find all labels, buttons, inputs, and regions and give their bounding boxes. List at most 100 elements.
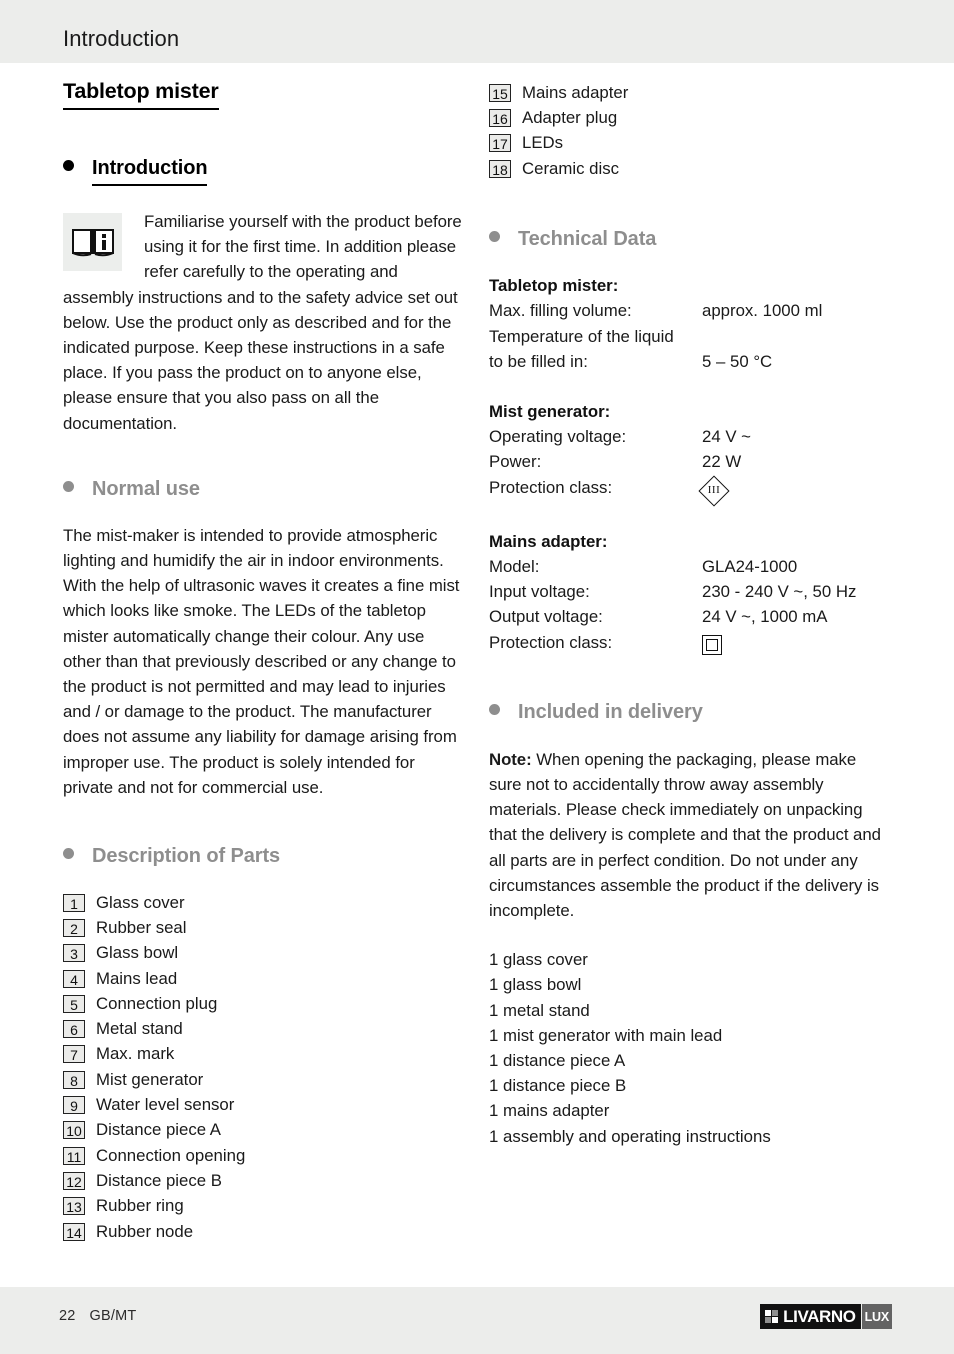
- delivery-list-item: 1 glass bowl: [489, 975, 582, 995]
- part-list-item: 2 Rubber seal: [63, 915, 463, 940]
- delivery-list-item: 1 mist generator with main lead: [489, 1025, 723, 1045]
- part-list-item: 14 Rubber node: [63, 1219, 463, 1244]
- spec-group: Mains adapter: Model: GLA24-1000 Input volt…: [489, 529, 889, 657]
- part-label: Glass bowl: [96, 943, 179, 963]
- spec-key: Max. filling volume:: [489, 301, 632, 321]
- delivery-note: Note: When opening the packaging, please…: [489, 747, 889, 923]
- spec-value: GLA24-1000: [702, 557, 798, 577]
- section-heading-included-in-delivery: Included in delivery: [489, 701, 889, 724]
- spec-row: Protection class:: [489, 630, 889, 657]
- part-label: LEDs: [522, 133, 564, 153]
- section-label: Description of Parts: [92, 845, 281, 868]
- part-number-box: 17: [489, 134, 511, 153]
- spec-key: Protection class:: [489, 477, 613, 497]
- part-list-item: 9 Water level sensor: [63, 1092, 463, 1117]
- spec-key: Input voltage:: [489, 582, 590, 602]
- spec-key: Model:: [489, 557, 540, 577]
- section-heading-technical-data: Technical Data: [489, 228, 889, 251]
- spec-value: [702, 324, 889, 349]
- part-list-item: 3 Glass bowl: [63, 941, 463, 966]
- protection-class-3-icon: III: [698, 475, 730, 507]
- delivery-list-item: 1 distance piece B: [489, 1076, 627, 1096]
- part-label: Rubber node: [96, 1221, 194, 1241]
- section-heading-description-of-parts: Description of Parts: [63, 845, 463, 868]
- section-heading-introduction: Introduction: [63, 157, 463, 186]
- note-label: Note:: [489, 749, 532, 769]
- part-number-box: 14: [63, 1222, 85, 1241]
- part-label: Connection plug: [96, 993, 218, 1013]
- delivery-list-item: 1 assembly and operating instructions: [489, 1126, 771, 1146]
- spec-row: to be filled in: 5 – 50 °C: [489, 349, 889, 374]
- bullet-icon: [63, 480, 74, 492]
- spec-key: to be filled in:: [489, 351, 588, 371]
- part-label: Rubber seal: [96, 918, 187, 937]
- delivery-items-list: 1 glass cover 1 glass bowl 1 metal stand 1 …: [489, 947, 889, 1149]
- part-label: Mist generator: [96, 1069, 204, 1089]
- spec-value: 22 W: [702, 452, 742, 472]
- spec-group-title: Mains adapter:: [489, 531, 608, 551]
- language-code: GB/MT: [89, 1308, 137, 1324]
- protection-class-2-icon: [702, 634, 722, 655]
- spec-value: approx. 1000 ml: [702, 301, 823, 321]
- logo-lux-badge: LUX: [861, 1304, 892, 1329]
- part-label: Distance piece B: [96, 1170, 222, 1190]
- normal-use-text: The mist-maker is intended to provide at…: [63, 525, 460, 797]
- spec-row: Model: GLA24-1000: [489, 554, 889, 579]
- spec-key: Temperature of the liquid: [489, 326, 674, 346]
- part-number-box: 10: [63, 1121, 85, 1140]
- delivery-list-item: 1 metal stand: [489, 1000, 590, 1020]
- part-number-box: 6: [63, 1020, 85, 1039]
- introduction-text: Familiarise yourself with the product be…: [63, 212, 462, 433]
- page-body: Tabletop mister Introduction Familiarise…: [0, 63, 954, 1287]
- part-label: Connection opening: [96, 1145, 246, 1165]
- bullet-icon: [489, 231, 500, 243]
- note-text: When opening the packaging, please make …: [489, 749, 881, 921]
- spec-key: Protection class:: [489, 632, 613, 652]
- part-label: Glass cover: [96, 892, 185, 912]
- spec-key: Output voltage:: [489, 607, 603, 627]
- part-number-box: 11: [63, 1146, 85, 1165]
- bullet-icon: [63, 160, 74, 171]
- spec-value: 24 V ~: [702, 427, 751, 447]
- spec-row: Protection class: III: [489, 475, 889, 507]
- spec-row: Operating voltage: 24 V ~: [489, 424, 889, 449]
- part-number-box: 5: [63, 994, 85, 1013]
- spec-group-title: Tabletop mister:: [489, 276, 619, 296]
- part-label: Metal stand: [96, 1019, 183, 1039]
- part-list-item: 4 Mains lead: [63, 966, 463, 991]
- part-number-box: 4: [63, 969, 85, 988]
- part-label: Max. mark: [96, 1044, 175, 1064]
- spec-row: Temperature of the liquid: [489, 324, 889, 349]
- spec-row: Max. filling volume: approx. 1000 ml: [489, 298, 889, 323]
- logo-main-block: LIVARNO: [760, 1304, 861, 1329]
- part-list-item: 5 Connection plug: [63, 991, 463, 1016]
- right-column: 15 Mains adapter 16 Adapter plug 17 LEDs 18 Cer…: [489, 63, 889, 1149]
- part-number-box: 7: [63, 1045, 85, 1064]
- spec-row: Input voltage: 230 - 240 V ~, 50 Hz: [489, 579, 889, 604]
- part-number-box: 1: [63, 893, 85, 912]
- page-number: 22: [59, 1308, 76, 1324]
- livarno-lux-logo: LIVARNO LUX: [760, 1304, 892, 1329]
- part-number-box: 12: [63, 1171, 85, 1190]
- part-list-item: 11 Connection opening: [63, 1143, 463, 1168]
- spec-value: III: [698, 475, 889, 507]
- spec-group: Tabletop mister: Max. filling volume: appr…: [489, 273, 889, 374]
- part-number-box: 15: [489, 83, 511, 102]
- parts-list-left: 1 Glass cover 2 Rubber seal 3 Glass bowl 4 Main…: [63, 890, 463, 1244]
- spec-group-title: Mist generator:: [489, 402, 611, 421]
- part-label: Rubber ring: [96, 1196, 184, 1216]
- delivery-list-item: 1 distance piece A: [489, 1051, 626, 1071]
- footer-page-info: 22 GB/MT: [59, 1308, 136, 1324]
- bullet-icon: [63, 848, 74, 860]
- spec-key: Power:: [489, 452, 542, 472]
- part-list-item: 1 Glass cover: [63, 890, 463, 915]
- section-heading-normal-use: Normal use: [63, 478, 463, 501]
- part-label: Distance piece A: [96, 1120, 221, 1140]
- introduction-paragraph-block: Familiarise yourself with the product be…: [63, 209, 463, 436]
- part-number-box: 16: [489, 108, 511, 127]
- part-number-box: 8: [63, 1070, 85, 1089]
- read-manual-icon: [63, 213, 122, 271]
- running-header-title: Introduction: [63, 26, 180, 51]
- spec-value: 5 – 50 °C: [702, 351, 773, 371]
- logo-wordmark: LIVARNO: [783, 1307, 856, 1326]
